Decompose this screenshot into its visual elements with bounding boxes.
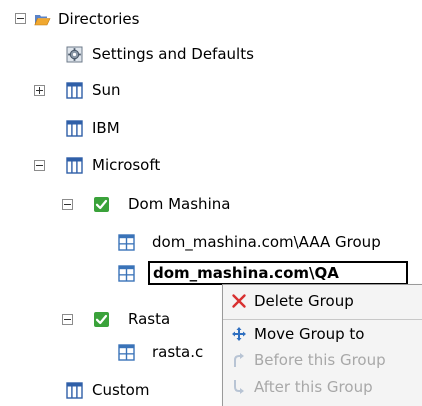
tree-label-settings: Settings and Defaults: [92, 45, 254, 63]
directory-icon: [66, 157, 83, 174]
tree-node-custom[interactable]: Custom: [0, 377, 222, 403]
tree-label-custom: Custom: [92, 381, 150, 399]
tree-node-rasta-group[interactable]: rasta.c: [0, 339, 222, 365]
tree-node-dom-mashina[interactable]: Dom Mashina: [0, 191, 422, 217]
menu-item-move-group-to[interactable]: Move Group to: [223, 321, 422, 347]
tree-label-dom-mashina: Dom Mashina: [128, 195, 231, 213]
tree-label-sun: Sun: [92, 81, 121, 99]
menu-item-before-this-group[interactable]: Before this Group: [223, 347, 422, 373]
menu-label-delete-group: Delete Group: [254, 292, 354, 310]
directory-icon: [66, 82, 83, 99]
group-icon: [118, 344, 135, 361]
menu-label-after-this-group: After this Group: [254, 378, 373, 396]
tree-node-directories[interactable]: Directories: [0, 6, 422, 32]
tree-label-microsoft: Microsoft: [92, 156, 161, 174]
tree-label-directories: Directories: [58, 10, 140, 28]
tree-node-sun[interactable]: Sun: [0, 77, 422, 103]
arrow-down-icon: [234, 380, 244, 394]
tree-node-settings[interactable]: Settings and Defaults: [0, 41, 422, 67]
tree-label-rasta-group: rasta.c: [152, 343, 204, 361]
tree-label-rasta: Rasta: [128, 310, 171, 328]
collapse-microsoft-toggle[interactable]: [34, 160, 45, 171]
tree-node-rasta[interactable]: Rasta: [0, 306, 222, 332]
context-menu: Delete Group Move Group to Before this G…: [222, 284, 422, 406]
checked-domain-icon: [94, 312, 109, 327]
tree-label-aaa-group: dom_mashina.com\AAA Group: [152, 233, 381, 251]
expand-sun-toggle[interactable]: [34, 85, 45, 96]
collapse-directories-toggle[interactable]: [15, 13, 26, 24]
rename-group-input[interactable]: dom_mashina.com\QA: [148, 261, 408, 285]
move-arrows-icon: [232, 327, 246, 341]
directory-icon: [66, 382, 83, 399]
group-icon: [118, 265, 135, 282]
menu-item-after-this-group[interactable]: After this Group: [223, 374, 422, 400]
tree-node-qa-group[interactable]: dom_mashina.com\QA: [0, 260, 422, 286]
arrow-up-icon: [234, 353, 244, 367]
collapse-dom-mashina-toggle[interactable]: [62, 199, 73, 210]
menu-item-delete-group[interactable]: Delete Group: [223, 288, 422, 314]
collapse-rasta-toggle[interactable]: [62, 314, 73, 325]
tree-node-microsoft[interactable]: Microsoft: [0, 152, 422, 178]
tree-label-ibm: IBM: [92, 119, 120, 137]
directory-icon: [66, 120, 83, 137]
delete-x-icon: [232, 294, 246, 308]
checked-domain-icon: [94, 197, 109, 212]
tree-node-aaa-group[interactable]: dom_mashina.com\AAA Group: [0, 229, 422, 255]
tree-node-ibm[interactable]: IBM: [0, 115, 422, 141]
menu-label-move-group-to: Move Group to: [254, 325, 365, 343]
menu-label-before-this-group: Before this Group: [254, 351, 386, 369]
menu-separator: [223, 319, 422, 320]
folder-open-icon: [34, 15, 51, 26]
group-icon: [118, 234, 135, 251]
settings-icon: [66, 46, 83, 63]
